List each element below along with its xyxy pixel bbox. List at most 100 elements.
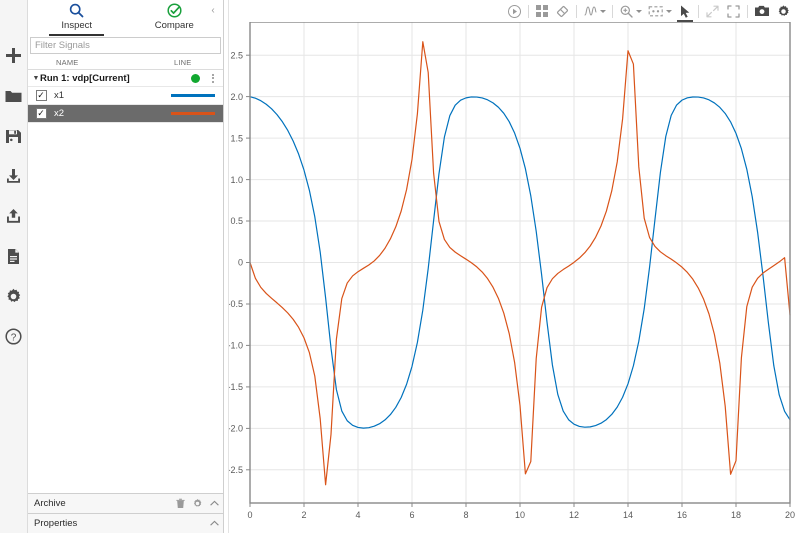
x-tick-label: 12: [569, 510, 579, 520]
y-tick-label: -1.5: [229, 382, 243, 392]
chart-area: -2.5 -2.0 -1.5 -1.0 -0.5 0 0.5 1.0 1.5 2.0 2.5 0 2 4 6…: [229, 0, 800, 533]
run-expand-caret-icon[interactable]: ▼: [28, 75, 40, 82]
x-tick-label: 16: [677, 510, 687, 520]
column-header-name: NAME: [56, 58, 79, 67]
archive-settings-gear-icon[interactable]: [189, 498, 206, 509]
x-tick-label: 8: [463, 510, 468, 520]
y-tick-label: -1.0: [229, 341, 243, 351]
signal-name-x2: x2: [54, 108, 65, 119]
left-toolbar: ?: [0, 0, 28, 533]
add-icon[interactable]: [0, 36, 28, 76]
signal-checkbox-wrap-x2[interactable]: ✓: [28, 108, 54, 119]
fit-view-icon: [648, 5, 663, 16]
visualization-settings-button[interactable]: [773, 1, 794, 21]
plot-container[interactable]: -2.5 -2.0 -1.5 -1.0 -0.5 0 0.5 1.0 1.5 2.0 2.5 0 2 4 6…: [229, 22, 800, 533]
line-swatch-x2: [171, 112, 215, 115]
toolbar-separator-2: [576, 4, 577, 18]
x-tick-label: 20: [785, 510, 795, 520]
y-tick-label: 2.5: [230, 50, 243, 60]
pointer-select-button[interactable]: [675, 1, 695, 22]
archive-section-header[interactable]: Archive: [28, 493, 223, 513]
save-icon[interactable]: [0, 116, 28, 156]
help-question-icon[interactable]: ?: [0, 316, 28, 356]
signal-table-header: NAME LINE: [28, 56, 223, 70]
x-tick-label: 2: [301, 510, 306, 520]
diagonal-arrows-icon: [706, 5, 719, 17]
x-tick-label: 10: [515, 510, 525, 520]
archive-chevron-up-icon[interactable]: [206, 498, 223, 509]
svg-text:?: ?: [11, 332, 17, 343]
run-row[interactable]: ▼ Run 1: vdp[Current]: [28, 70, 223, 87]
restore-view-button[interactable]: [702, 1, 723, 21]
y-tick-label: 1.0: [230, 175, 243, 185]
share-export-icon[interactable]: [0, 196, 28, 236]
signal-line-cell-x2: [171, 112, 223, 115]
toolbar-separator-5: [747, 4, 748, 18]
panel-tabs: Inspect Compare ‹: [28, 0, 223, 36]
column-header-line: LINE: [174, 58, 192, 67]
properties-chevron-up-icon[interactable]: [206, 518, 223, 529]
filter-signals-input[interactable]: [30, 37, 221, 54]
report-document-icon[interactable]: [0, 236, 28, 276]
y-tick-label: -0.5: [229, 299, 243, 309]
clear-button[interactable]: [552, 1, 573, 21]
run-options-kebab-icon[interactable]: [207, 73, 219, 83]
tab-inspect-label: Inspect: [61, 20, 93, 31]
signal-row-x2[interactable]: ✓ x2: [28, 105, 223, 123]
y-tick-label: 1.5: [230, 133, 243, 143]
fit-to-view-button[interactable]: [645, 1, 675, 21]
folder-open-icon[interactable]: [0, 76, 28, 116]
run-status-dot: [191, 73, 200, 83]
import-download-icon[interactable]: [0, 156, 28, 196]
y-tick-label: -2.5: [229, 465, 243, 475]
grid-layout-icon: [536, 5, 548, 17]
y-tick-label: -2.0: [229, 424, 243, 434]
maximize-button[interactable]: [723, 1, 744, 21]
gear-icon: [778, 4, 789, 16]
y-tick-label: 2.0: [230, 92, 243, 102]
run-label: Run 1: vdp[Current]: [40, 72, 130, 84]
snapshot-button[interactable]: [751, 1, 773, 21]
x-tick-label: 4: [355, 510, 360, 520]
expand-corners-icon: [727, 4, 740, 18]
signal-list-empty-space: [28, 123, 223, 493]
properties-section-header[interactable]: Properties: [28, 513, 223, 533]
toolbar-separator-4: [698, 4, 699, 18]
settings-gear-icon[interactable]: [0, 276, 28, 316]
zoom-caret-down-icon[interactable]: [636, 9, 642, 13]
line-swatch-x1: [171, 94, 215, 97]
tab-compare-label: Compare: [154, 20, 194, 31]
tab-inspect[interactable]: Inspect: [28, 0, 126, 36]
sdi-window: ? Inspect Compare ‹ Filter Signals NAME …: [0, 0, 800, 533]
run-playback-button[interactable]: [504, 1, 525, 21]
zoom-button[interactable]: [616, 1, 645, 21]
x-tick-label: 6: [409, 510, 414, 520]
signal-checkbox-x2[interactable]: ✓: [35, 108, 47, 119]
signal-name-x1: x1: [54, 90, 65, 101]
layout-button[interactable]: [532, 1, 552, 21]
x-tick-label: 0: [247, 510, 252, 520]
chart-toolbar: [229, 0, 800, 22]
signal-line-cell-x1: [171, 94, 223, 97]
cursors-caret-down-icon[interactable]: [600, 9, 606, 13]
y-tick-label: 0.5: [230, 216, 243, 226]
signal-plot[interactable]: -2.5 -2.0 -1.5 -1.0 -0.5 0 0.5 1.0 1.5 2.0 2.5 0 2 4 6…: [229, 22, 800, 533]
fit-view-caret-down-icon[interactable]: [666, 9, 672, 13]
eraser-icon: [557, 5, 568, 17]
x-tick-label: 18: [731, 510, 741, 520]
signal-wave-icon: [584, 6, 597, 16]
arrow-pointer-icon: [681, 5, 690, 18]
y-tick-label: 0: [238, 258, 243, 268]
signal-browser-panel: Inspect Compare ‹ NAME LINE ▼ Run 1: vdp…: [28, 0, 224, 533]
trash-icon[interactable]: [172, 498, 189, 509]
properties-label: Properties: [34, 518, 78, 529]
camera-icon: [755, 5, 769, 17]
collapse-panel-icon[interactable]: ‹: [206, 3, 220, 17]
play-circle-icon: [508, 4, 521, 18]
check-circle-icon: [167, 3, 182, 18]
signal-row-x1[interactable]: ✓ x1: [28, 87, 223, 105]
cursors-button[interactable]: [580, 1, 609, 21]
signal-checkbox-x1[interactable]: ✓: [35, 90, 47, 101]
signal-checkbox-wrap-x1[interactable]: ✓: [28, 90, 54, 101]
collapse-chevron-glyph: ‹: [211, 4, 215, 16]
